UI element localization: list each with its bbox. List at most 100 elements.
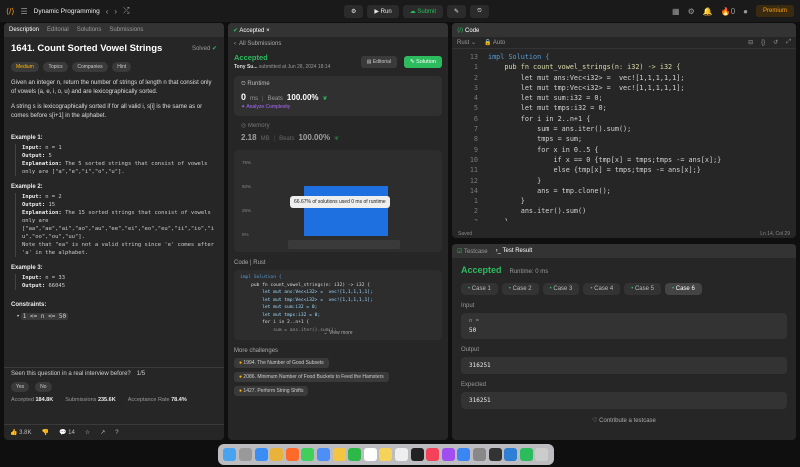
avatar[interactable]: ● bbox=[743, 7, 748, 16]
chart-scrollbar[interactable] bbox=[288, 240, 400, 249]
problem-list-title[interactable]: Dynamic Programming bbox=[34, 8, 100, 15]
code-preview[interactable]: impl Solution { pub fn count_vowel_strin… bbox=[234, 270, 442, 340]
code-line[interactable]: 3 let mut tmp:Vec<i32> = vec![1,1,1,1,1]… bbox=[452, 84, 796, 94]
code-line[interactable]: 11 else {tmp[x] = tmps;tmps -= ans[x];} bbox=[452, 166, 796, 176]
no-button[interactable]: No bbox=[35, 382, 52, 392]
premium-button[interactable]: Premium bbox=[755, 5, 794, 17]
prev-icon[interactable]: ‹ bbox=[106, 7, 109, 16]
editorial-button[interactable]: ▤ Editorial bbox=[360, 55, 397, 68]
facetime-icon[interactable] bbox=[348, 448, 362, 461]
contribute-testcase-button[interactable]: ♡ Contribute a testcase bbox=[461, 417, 787, 424]
topics-tag[interactable]: Topics bbox=[43, 62, 68, 72]
tab-testcase[interactable]: ☑ Testcase bbox=[457, 248, 488, 255]
code-line[interactable]: 9 for x in 0..5 { bbox=[452, 146, 796, 156]
case-tab[interactable]: • Case 4 bbox=[583, 283, 621, 295]
runtime-distribution-chart[interactable]: 75% 50% 25% 0% 66.67% of solutions used … bbox=[234, 150, 442, 252]
streak-icon[interactable]: 🔥0 bbox=[721, 7, 735, 16]
tab-description[interactable]: Description bbox=[9, 27, 39, 33]
case-tab[interactable]: • Case 5 bbox=[624, 283, 661, 295]
expand-icon[interactable]: ⤢ bbox=[786, 39, 791, 46]
next-icon[interactable]: › bbox=[114, 7, 117, 16]
share-icon[interactable]: ↗ bbox=[100, 429, 105, 436]
settings-icon[interactable]: ⚙ bbox=[688, 7, 695, 16]
messages-icon[interactable] bbox=[301, 448, 315, 461]
finder-icon[interactable] bbox=[223, 448, 237, 461]
hint-tag[interactable]: Hint bbox=[112, 62, 132, 72]
dislike-icon[interactable]: 👎 bbox=[41, 429, 48, 436]
bookmark-icon[interactable]: ⊟ bbox=[748, 39, 753, 46]
back-link[interactable]: ‹ All Submissions bbox=[234, 41, 442, 47]
settings-app-icon[interactable] bbox=[473, 448, 487, 461]
code-line[interactable]: 3 } bbox=[452, 218, 796, 221]
code-line[interactable]: 10 if x == 0 {tmp[x] = tmps;tmps -= ans[… bbox=[452, 156, 796, 166]
list-icon[interactable]: ☰ bbox=[20, 7, 27, 16]
run-button[interactable]: ▶ Run bbox=[367, 4, 399, 18]
chrome-icon[interactable] bbox=[270, 448, 284, 461]
music-icon[interactable] bbox=[426, 448, 440, 461]
analyze-link[interactable]: ✦ Analyze Complexity bbox=[241, 104, 435, 110]
case-tab[interactable]: • Case 2 bbox=[501, 283, 539, 295]
logo-icon[interactable]: ⟨/⟩ bbox=[6, 7, 14, 16]
tab-solutions[interactable]: Solutions bbox=[77, 27, 102, 33]
solution-button[interactable]: ✎ Solution bbox=[403, 55, 442, 68]
code-line[interactable]: 1 pub fn count_vowel_strings(n: i32) -> … bbox=[452, 63, 796, 73]
code-editor[interactable]: 13 impl Solution {1 pub fn count_vowel_st… bbox=[452, 49, 796, 221]
reminders-icon[interactable] bbox=[395, 448, 408, 461]
appstore-icon[interactable] bbox=[457, 448, 471, 461]
reset-icon[interactable]: ↺ bbox=[773, 39, 778, 46]
challenge-item[interactable]: ● 1994. The Number of Good Subsets bbox=[234, 358, 329, 368]
memory-card[interactable]: ◎ Memory 2.18 MB | Beats 100.00% ❦ bbox=[234, 122, 442, 142]
code-line[interactable]: 2 let mut ans:Vec<i32> = vec![1,1,1,1,1]… bbox=[452, 74, 796, 84]
help-icon[interactable]: ? bbox=[115, 430, 118, 436]
case-tab-active[interactable]: • Case 6 bbox=[664, 283, 702, 295]
tab-test-result[interactable]: ›_ Test Result bbox=[496, 248, 533, 254]
code-line[interactable]: 5 let mut tmps:i32 = 0; bbox=[452, 104, 796, 114]
language-select[interactable]: Rust ⌄ bbox=[457, 39, 476, 46]
wechat-icon[interactable] bbox=[519, 448, 533, 461]
photos-icon[interactable] bbox=[332, 448, 346, 461]
code-line[interactable]: 13 impl Solution { bbox=[452, 53, 796, 63]
yes-button[interactable]: Yes bbox=[11, 382, 30, 392]
tv-icon[interactable] bbox=[410, 448, 424, 461]
tab-accepted[interactable]: ✔ Accepted × bbox=[233, 27, 270, 34]
view-more-button[interactable]: ⌄ View more bbox=[234, 330, 442, 338]
difficulty-badge[interactable]: Medium bbox=[11, 62, 39, 72]
code-line[interactable]: 6 for i in 2..n+1 { bbox=[452, 115, 796, 125]
mail-icon[interactable] bbox=[316, 448, 330, 461]
code-line[interactable]: 4 let mut sum:i32 = 0; bbox=[452, 94, 796, 104]
shuffle-icon[interactable]: ⤮ bbox=[123, 6, 129, 16]
code-line[interactable]: 1 } bbox=[452, 197, 796, 207]
code-line[interactable]: 7 sum = ans.iter().sum(); bbox=[452, 125, 796, 135]
submitter-name[interactable]: Tony Su... bbox=[234, 64, 258, 70]
braces-icon[interactable]: {} bbox=[761, 40, 765, 46]
challenge-item[interactable]: ● 2086. Minimum Number of Food Buckets t… bbox=[234, 372, 389, 382]
like-button[interactable]: 👍 3.8K bbox=[10, 429, 31, 436]
tab-submissions[interactable]: Submissions bbox=[109, 27, 143, 33]
input-field[interactable]: n = 50 bbox=[461, 313, 787, 339]
code-line[interactable]: 12 } bbox=[452, 177, 796, 187]
layout-icon[interactable]: ▦ bbox=[672, 7, 680, 16]
auto-toggle[interactable]: 🔒 Auto bbox=[484, 39, 505, 46]
terminal-icon[interactable] bbox=[488, 448, 502, 461]
podcasts-icon[interactable] bbox=[441, 448, 455, 461]
vscode-icon[interactable] bbox=[504, 448, 518, 461]
notes-icon[interactable] bbox=[379, 448, 393, 461]
trash-icon[interactable] bbox=[535, 448, 549, 461]
tab-editorial[interactable]: Editorial bbox=[47, 27, 69, 33]
case-tab[interactable]: • Case 1 bbox=[461, 283, 498, 295]
star-icon[interactable]: ☆ bbox=[85, 429, 90, 436]
debug-button[interactable]: ⚙ bbox=[344, 4, 364, 18]
submit-button[interactable]: ☁ Submit bbox=[402, 4, 444, 18]
code-line[interactable]: 8 tmps = sum; bbox=[452, 135, 796, 145]
launchpad-icon[interactable] bbox=[238, 448, 252, 461]
timer-button[interactable]: ⏲ bbox=[470, 4, 489, 18]
comments-button[interactable]: 💬 14 bbox=[59, 429, 75, 436]
case-tab[interactable]: • Case 3 bbox=[542, 283, 580, 295]
companies-tag[interactable]: Companies bbox=[72, 62, 108, 72]
notification-icon[interactable]: 🔔 bbox=[703, 7, 713, 16]
distribution-bar[interactable] bbox=[304, 186, 388, 236]
safari-icon[interactable] bbox=[254, 448, 268, 461]
code-line[interactable]: 2 ans.iter().sum() bbox=[452, 207, 796, 217]
calendar-icon[interactable] bbox=[363, 448, 377, 461]
notes-button[interactable]: ✎ bbox=[447, 4, 467, 18]
